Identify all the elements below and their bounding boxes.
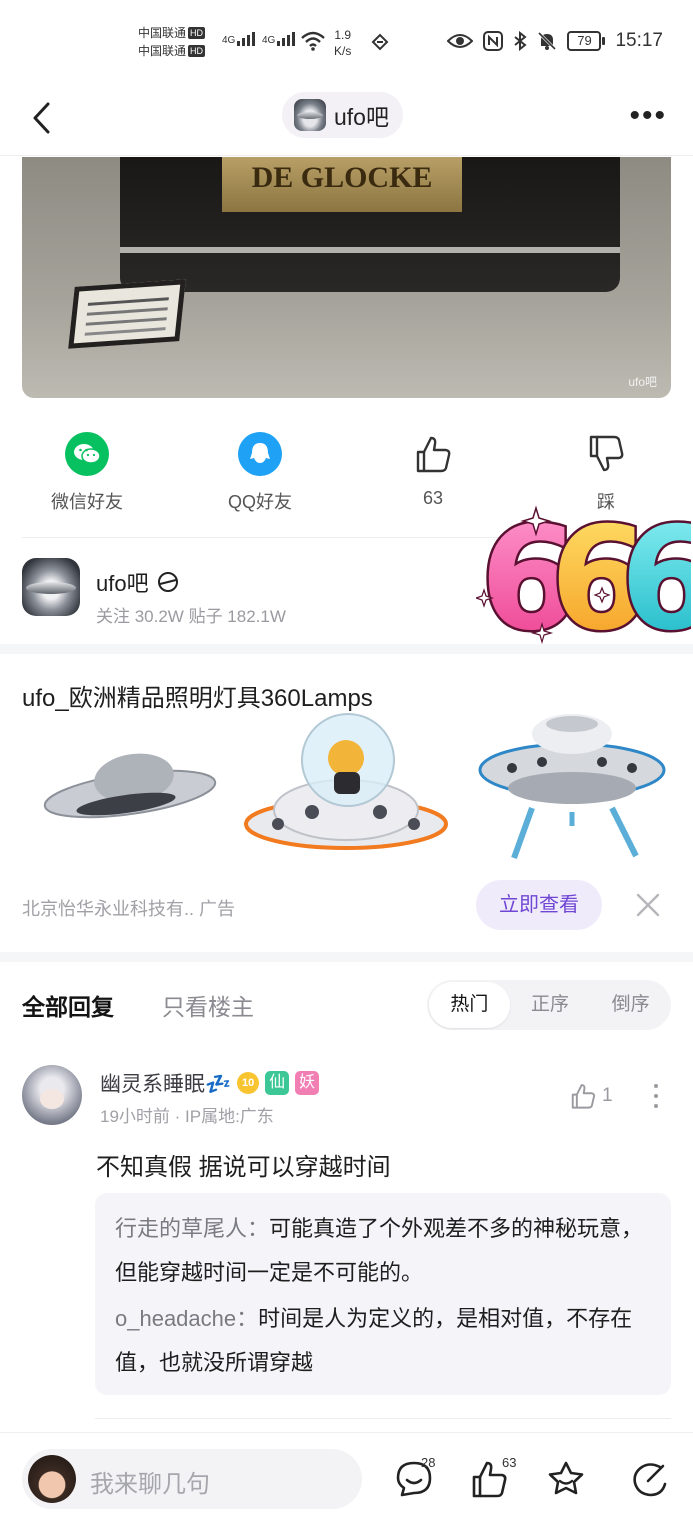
forum-badge-icon <box>157 572 178 592</box>
share-qq-label: QQ好友 <box>227 492 292 512</box>
mute-bell-icon <box>538 31 557 51</box>
network-type: 4G <box>262 35 276 46</box>
image-sign <box>68 279 186 349</box>
battery-icon: 79 <box>567 31 606 51</box>
thumbs-down-icon <box>584 432 628 476</box>
share-wechat-button[interactable]: 微信好友 <box>27 432 147 514</box>
forum-title-pill[interactable]: ufo吧 <box>282 92 403 138</box>
nfc-icon <box>483 31 504 51</box>
tab-all-replies[interactable]: 全部回复 <box>22 988 114 1022</box>
divider <box>95 1418 671 1419</box>
carrier-2: 中国联通 <box>138 44 187 58</box>
more-menu-icon[interactable]: ••• <box>629 101 667 131</box>
ad-sponsor: 北京怡华永业科技有.. 广告 <box>22 899 236 919</box>
ad-images[interactable] <box>22 712 671 872</box>
share-qq-button[interactable]: QQ好友 <box>200 432 320 514</box>
section-gap <box>0 952 693 962</box>
signal-2-icon: 4G <box>262 30 296 46</box>
back-arrow-icon[interactable] <box>26 100 62 136</box>
comment-meta: 19小时前 · IP属地:广东 <box>100 1107 274 1126</box>
status-bar: 中国联通 HD 中国联通 HD 4G 4G 1.9 K/s 79 15:17 <box>0 0 693 84</box>
sort-asc-button[interactable]: 正序 <box>510 982 591 1028</box>
bluetooth-icon <box>514 31 528 51</box>
close-icon[interactable] <box>635 892 661 918</box>
image-plaque: DE GLOCKE <box>222 157 462 212</box>
bottom-bar: 我来聊几句 28 63 <box>0 1432 693 1525</box>
comment-like-button[interactable]: 1 <box>570 1082 613 1110</box>
favorite-star-icon[interactable] <box>546 1459 586 1499</box>
like-count: 63 <box>422 488 444 508</box>
sort-toggle: 热门 正序 倒序 <box>427 980 671 1030</box>
ad-image-ufo-1 <box>43 753 217 819</box>
thumbs-up-icon <box>571 1084 596 1109</box>
app-notification-icon <box>371 33 389 51</box>
hd-badge: HD <box>188 27 206 39</box>
my-avatar <box>28 1455 76 1503</box>
ad-view-now-button[interactable]: 立即查看 <box>476 880 602 930</box>
speed-unit: K/s <box>334 44 352 58</box>
signal-1-icon: 4G <box>222 30 256 46</box>
wechat-icon <box>65 432 109 476</box>
ad-image-ufo-2 <box>244 713 448 850</box>
forum-title: ufo吧 <box>334 104 389 130</box>
comment-like-count: 1 <box>602 1085 613 1106</box>
ad-title[interactable]: ufo_欧洲精品照明灯具360Lamps <box>22 678 373 713</box>
like-count-bottom: 63 <box>502 1455 517 1470</box>
top-nav: ufo吧 ••• <box>0 84 693 156</box>
reply-tabs: 全部回复 只看楼主 热门 正序 倒序 <box>22 980 671 1030</box>
status-right: 79 15:17 <box>447 30 663 52</box>
sort-hot-button[interactable]: 热门 <box>429 982 510 1028</box>
forum-name: ufo吧 <box>96 571 149 596</box>
sub-reply-author[interactable]: 行走的草尾人： <box>115 1216 269 1241</box>
comment-user-line: 幽灵系睡眠💤 10 仙 妖 <box>100 1068 320 1098</box>
tab-op-only[interactable]: 只看楼主 <box>162 988 254 1022</box>
level-badge: 10 <box>237 1072 260 1094</box>
user-tag-2: 妖 <box>295 1071 320 1095</box>
sticker-666: 6 6 6 <box>476 500 691 650</box>
battery-level: 79 <box>567 31 602 51</box>
sort-desc-button[interactable]: 倒序 <box>590 982 671 1028</box>
comment-count: 28 <box>421 1455 436 1470</box>
comment-username[interactable]: 幽灵系睡眠💤 <box>100 1068 231 1098</box>
image-watermark: ufo吧 <box>628 375 657 389</box>
forum-avatar <box>294 99 326 131</box>
speed-value: 1.9 <box>334 28 352 42</box>
like-button[interactable]: 63 <box>373 432 493 509</box>
forum-avatar-large <box>22 558 80 616</box>
share-icon[interactable] <box>630 1459 670 1499</box>
clock: 15:17 <box>615 30 663 51</box>
ad-image-ufo-3 <box>478 714 666 860</box>
carrier-1: 中国联通 <box>138 26 187 40</box>
section-gap <box>0 644 693 654</box>
reply-input[interactable]: 我来聊几句 <box>22 1449 362 1509</box>
network-speed: 1.9 K/s <box>334 27 351 59</box>
hd-badge: HD <box>188 45 206 57</box>
comment-avatar[interactable] <box>22 1065 82 1125</box>
reply-input-placeholder: 我来聊几句 <box>90 1471 210 1498</box>
eye-icon <box>447 34 474 48</box>
ad-footer: 北京怡华永业科技有.. 广告 立即查看 <box>22 880 671 932</box>
sticker-digit: 6 <box>620 500 691 650</box>
comment-more-icon[interactable] <box>651 1082 661 1110</box>
carrier-info: 中国联通 HD 中国联通 HD <box>138 24 206 60</box>
qq-icon <box>238 432 282 476</box>
sub-reply[interactable]: 行走的草尾人：可能真造了个外观差不多的神秘玩意，但能穿越时间一定是不可能的。 <box>115 1207 651 1295</box>
thumbs-up-icon <box>411 432 455 476</box>
sub-reply[interactable]: o_headache：时间是人为定义的，是相对值，不存在值，也就没所谓穿越 <box>115 1297 651 1385</box>
sub-replies[interactable]: 行走的草尾人：可能真造了个外观差不多的神秘玩意，但能穿越时间一定是不可能的。 o… <box>95 1193 671 1395</box>
comment-text: 不知真假 据说可以穿越时间 <box>96 1154 391 1181</box>
forum-name-line: ufo吧 <box>96 566 179 598</box>
forum-stats: 关注 30.2W 贴子 182.1W <box>96 607 286 626</box>
network-type: 4G <box>222 35 236 46</box>
share-wechat-label: 微信好友 <box>51 492 123 512</box>
wifi-icon <box>301 31 325 51</box>
post-image[interactable]: DE GLOCKE ufo吧 <box>22 157 671 398</box>
sub-reply-author[interactable]: o_headache： <box>115 1306 258 1331</box>
user-tag-1: 仙 <box>265 1071 290 1095</box>
